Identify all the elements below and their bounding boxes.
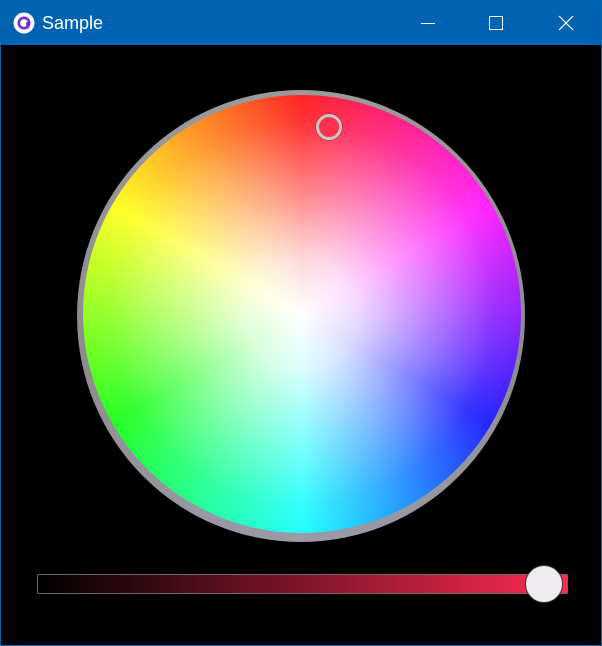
title-bar[interactable]: Sample — [1, 1, 601, 45]
close-icon — [558, 15, 574, 31]
close-button[interactable] — [543, 1, 589, 45]
window-title: Sample — [42, 13, 104, 33]
color-wheel-saturation-overlay — [83, 95, 521, 533]
minimize-icon — [421, 23, 435, 24]
maximize-icon — [489, 16, 503, 30]
window-content — [1, 45, 601, 645]
color-wheel-selector[interactable] — [316, 114, 342, 140]
minimize-button[interactable] — [405, 1, 451, 45]
brightness-slider-track[interactable] — [37, 574, 568, 594]
app-window: Sample — [0, 0, 602, 646]
color-wheel[interactable] — [83, 95, 521, 533]
avalonia-logo-icon — [13, 12, 35, 34]
brightness-slider-thumb[interactable] — [525, 565, 563, 603]
maximize-button[interactable] — [473, 1, 519, 45]
